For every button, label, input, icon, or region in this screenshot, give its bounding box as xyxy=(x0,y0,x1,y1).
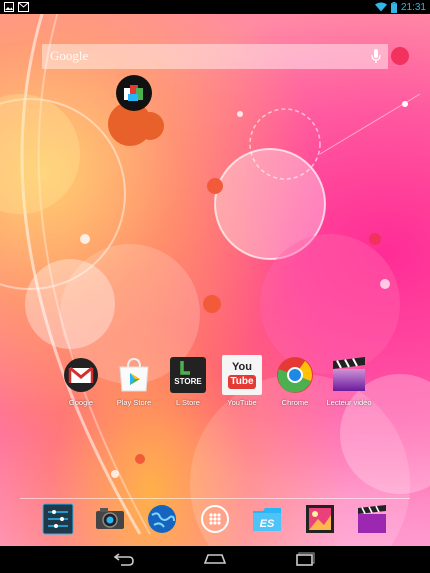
app-l-store[interactable]: STORE L Store xyxy=(160,355,216,407)
es-file-explorer-icon: ES xyxy=(253,508,281,531)
dock-browser[interactable] xyxy=(146,503,178,535)
dock-app-drawer[interactable] xyxy=(199,503,231,535)
gallery-icon xyxy=(306,505,334,533)
navigation-bar xyxy=(0,546,430,573)
gmail-app-icon xyxy=(61,355,101,395)
es-label: ES xyxy=(260,518,275,530)
app-folder[interactable] xyxy=(116,75,152,111)
dock-video-player[interactable] xyxy=(356,503,388,535)
back-icon[interactable] xyxy=(113,552,135,566)
microphone-icon[interactable] xyxy=(370,48,382,65)
dock-divider xyxy=(20,498,410,499)
status-bar: 21:31 xyxy=(0,0,430,14)
recent-apps-icon[interactable] xyxy=(295,552,317,566)
dock-camera[interactable] xyxy=(94,503,126,535)
app-label: Lecteur vidéo xyxy=(326,398,372,407)
video-player-icon xyxy=(358,505,386,533)
search-label: Google xyxy=(50,48,89,63)
folder-apps-icon xyxy=(124,85,143,101)
l-store-badge: STORE xyxy=(174,377,202,386)
app-label: YouTube xyxy=(227,398,257,407)
app-play-store[interactable]: Play Store xyxy=(106,355,162,407)
globe-icon xyxy=(148,505,176,533)
l-store-icon: STORE xyxy=(168,355,208,395)
camera-icon xyxy=(96,508,124,529)
battery-icon xyxy=(390,1,397,13)
gmail-notification-icon xyxy=(18,2,29,12)
wallpaper-bubbles xyxy=(0,14,430,546)
settings-icon xyxy=(42,503,74,535)
dock-gallery[interactable] xyxy=(304,503,336,535)
app-drawer-icon xyxy=(201,505,229,533)
app-label: Chrome xyxy=(281,398,309,407)
app-label: L Store xyxy=(176,398,200,407)
image-notification-icon xyxy=(4,2,14,12)
google-search-bar[interactable]: Google xyxy=(42,44,388,69)
wallpaper xyxy=(0,14,430,546)
youtube-icon: You Tube xyxy=(222,355,262,395)
app-lecteur-video[interactable]: Lecteur vidéo xyxy=(321,355,377,407)
app-chrome[interactable]: Chrome xyxy=(267,355,323,407)
play-store-icon xyxy=(114,355,154,395)
app-google[interactable]: Google xyxy=(53,355,109,407)
chrome-icon xyxy=(275,355,315,395)
home-icon[interactable] xyxy=(204,552,226,566)
clock: 21:31 xyxy=(400,1,426,13)
youtube-logo-tube: Tube xyxy=(228,375,256,389)
wifi-icon xyxy=(374,2,387,12)
app-label: Google xyxy=(68,398,94,407)
youtube-logo-you: You xyxy=(232,361,252,373)
dock-es-file-explorer[interactable]: ES xyxy=(251,503,283,535)
app-label: Play Store xyxy=(116,398,152,407)
app-youtube[interactable]: You Tube YouTube xyxy=(214,355,270,407)
dock-settings[interactable] xyxy=(42,503,74,535)
video-player-icon xyxy=(329,355,369,395)
